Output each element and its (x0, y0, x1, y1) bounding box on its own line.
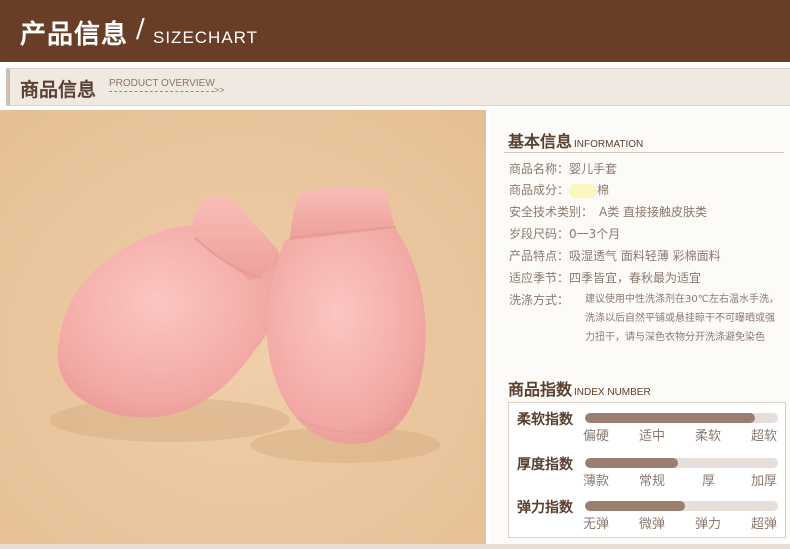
tick-label: 弹力 (695, 517, 722, 532)
thickness-track (585, 458, 778, 468)
info-label: 适应季节： (509, 271, 570, 285)
info-row-size: 岁段尺码：0一3个月 (509, 225, 620, 245)
thickness-fill (585, 458, 678, 468)
basic-info-title-en: INFORMATION (574, 139, 644, 150)
tick-label: 超软 (751, 429, 778, 444)
info-label: 商品成分： (509, 183, 570, 197)
section-bar-subtitle: PRODUCT OVERVIEW (109, 78, 215, 89)
index-label-elasticity: 弹力指数 (517, 500, 573, 516)
header-subtitle: SIZECHART (153, 28, 259, 47)
info-value: 四季皆宜，春秋最为适宜 (569, 271, 702, 285)
index-label-thickness: 厚度指数 (517, 457, 573, 473)
info-label: 产品特点： (509, 249, 570, 263)
bottom-rule (0, 544, 790, 549)
info-value: 婴儿手套 (569, 162, 618, 176)
tick-label: 柔软 (695, 429, 722, 444)
info-value: A类 直接接触皮肤类 (599, 205, 708, 219)
highlight-glow (569, 183, 598, 198)
basic-info-title: 基本信息 INFORMATION (508, 128, 643, 152)
index-label-softness: 柔软指数 (517, 412, 573, 428)
info-row-washing: 洗涤方式： (509, 291, 569, 311)
section-bar-title: 商品信息 (20, 79, 97, 101)
info-label: 洗涤方式： (509, 293, 570, 307)
index-title-en: INDEX NUMBER (574, 387, 651, 398)
tick-label: 薄款 (583, 474, 610, 489)
basic-info-divider (504, 152, 784, 153)
info-row-material: 商品成分： 棉 (509, 181, 609, 201)
elasticity-fill (585, 501, 686, 511)
info-row-season: 适应季节：四季皆宜，春秋最为适宜 (509, 269, 701, 289)
washing-instructions: 建议使用中性洗涤剂在30℃左右温水手洗，洗涤以后自然平铺或悬挂晾干不可曝晒或强力… (585, 294, 779, 343)
tick-label: 超弹 (751, 517, 778, 532)
info-label: 商品名称： (509, 162, 570, 176)
section-bar: 商品信息 PRODUCT OVERVIEW >> (6, 68, 790, 106)
tick-label: 无弹 (583, 517, 610, 532)
info-value: 0一3个月 (569, 227, 621, 241)
tick-label: 适中 (639, 429, 666, 444)
section-bar-arrow: >> (214, 85, 225, 95)
header-title: 产品信息 (20, 20, 129, 50)
info-row-features: 产品特点：吸湿透气 面料轻薄 彩棉面料 (509, 247, 721, 267)
info-label: 安全技术类别： (509, 205, 594, 219)
tick-label: 常规 (639, 474, 666, 489)
softness-fill (585, 413, 755, 423)
tick-label: 偏硬 (583, 429, 610, 444)
section-bar-dashed-line (109, 91, 214, 92)
header-banner: 产品信息 / SIZECHART (0, 0, 790, 62)
tick-label: 微弹 (639, 517, 666, 532)
product-photo (0, 110, 486, 544)
tick-label: 厚 (702, 474, 716, 489)
info-row-name: 商品名称：婴儿手套 (509, 160, 617, 180)
info-value: 吸湿透气 面料轻薄 彩棉面料 (569, 249, 721, 263)
index-box: 柔软指数 偏硬 适中 柔软 超软 厚度指数 薄款 常规 厚 加厚 弹力指数 无弹… (508, 402, 786, 538)
info-row-safety: 安全技术类别： A类 直接接触皮肤类 (509, 203, 707, 223)
info-label: 岁段尺码： (509, 227, 570, 241)
index-title: 商品指数 INDEX NUMBER (508, 376, 651, 400)
basic-info-title-text: 基本信息 (508, 132, 573, 151)
tick-label: 加厚 (751, 474, 778, 489)
info-panel: 基本信息 INFORMATION 商品名称：婴儿手套 商品成分： 棉 安全技术类别：… (490, 110, 790, 544)
header-slash: / (136, 14, 145, 44)
baby-mittens-image (0, 110, 486, 544)
elasticity-track (585, 501, 778, 511)
info-value: 棉 (597, 183, 610, 197)
section-bar-accent (6, 69, 10, 105)
index-title-text: 商品指数 (508, 380, 573, 399)
softness-track (585, 413, 778, 423)
